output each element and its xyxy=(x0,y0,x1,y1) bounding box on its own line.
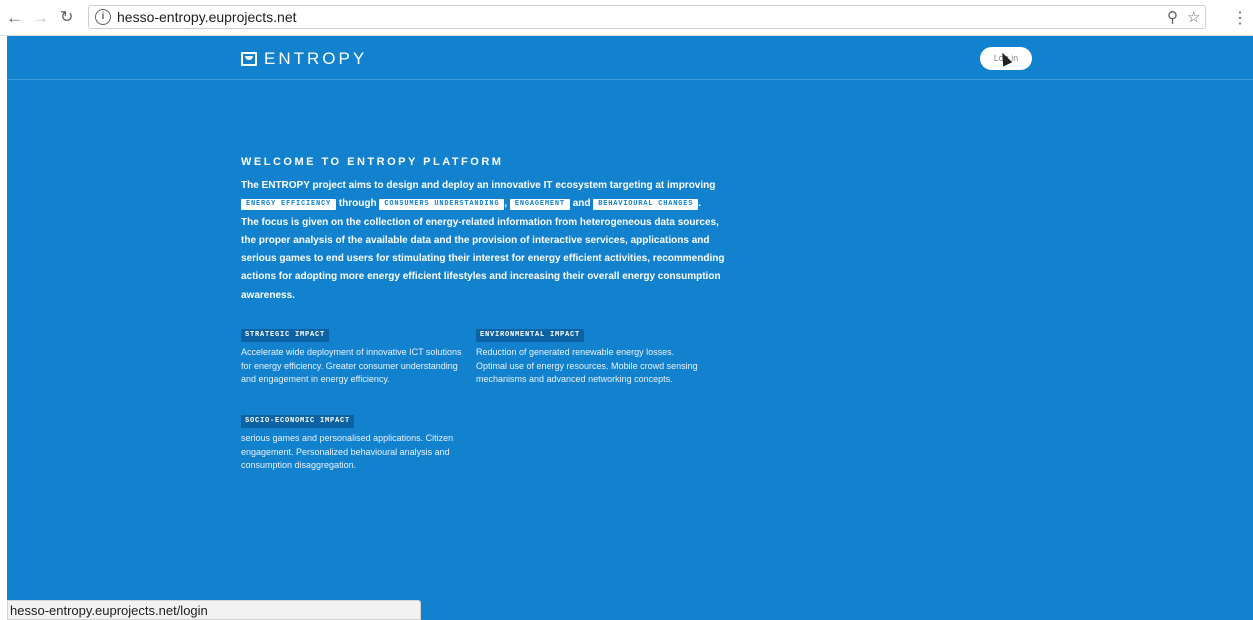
logo-icon xyxy=(241,52,257,66)
impact-label: ENVIRONMENTAL IMPACT xyxy=(476,329,585,343)
period: . xyxy=(698,198,702,210)
chip-engagement: ENGAGEMENT xyxy=(509,199,570,211)
status-bar: hesso-entropy.euprojects.net/login xyxy=(7,600,421,620)
impact-label: STRATEGIC IMPACT xyxy=(241,329,330,343)
environmental-impact: ENVIRONMENTAL IMPACT Reduction of genera… xyxy=(476,323,704,387)
reload-icon[interactable]: ↻ xyxy=(60,8,73,28)
strategic-impact: STRATEGIC IMPACT Accelerate wide deploym… xyxy=(241,323,469,387)
welcome-section: WELCOME TO ENTROPY PLATFORM The ENTROPY … xyxy=(241,156,731,470)
browser-toolbar: ← → ↻ i hesso-entropy.euprojects.net ⚲ ☆… xyxy=(0,0,1253,36)
url-text[interactable]: hesso-entropy.euprojects.net xyxy=(117,9,297,25)
impact-text: Accelerate wide deployment of innovative… xyxy=(241,347,462,385)
word-and: and xyxy=(572,198,591,210)
socio-economic-impact: SOCIO-ECONOMIC IMPACT serious games and … xyxy=(241,409,469,473)
forward-arrow-icon[interactable]: → xyxy=(32,8,49,28)
intro-paragraph: The ENTROPY project aims to design and d… xyxy=(241,177,731,305)
impact-text: serious games and personalised applicati… xyxy=(241,433,454,471)
site-header: ENTROPY Log in xyxy=(7,36,1253,80)
info-icon[interactable]: i xyxy=(95,9,111,25)
logo-text: ENTROPY xyxy=(264,49,368,68)
address-bar[interactable]: i hesso-entropy.euprojects.net ⚲ ☆ xyxy=(88,5,1206,29)
intro-start: The ENTROPY project aims to design and d… xyxy=(241,180,716,191)
zoom-icon[interactable]: ⚲ xyxy=(1167,8,1178,26)
chip-energy-efficiency: ENERGY EFFICIENCY xyxy=(241,199,337,211)
page-viewport: ENTROPY Log in WELCOME TO ENTROPY PLATFO… xyxy=(7,36,1253,620)
welcome-title: WELCOME TO ENTROPY PLATFORM xyxy=(241,156,504,168)
impact-text: Reduction of generated renewable energy … xyxy=(476,347,698,385)
chip-consumers-understanding: CONSUMERS UNDERSTANDING xyxy=(379,199,505,211)
word-through: through xyxy=(338,198,377,210)
chip-behavioural-changes: BEHAVIOURAL CHANGES xyxy=(593,199,699,211)
back-arrow-icon[interactable]: ← xyxy=(6,8,23,28)
intro-end: The focus is given on the collection of … xyxy=(241,216,725,301)
entropy-logo[interactable]: ENTROPY xyxy=(241,49,368,68)
impact-label: SOCIO-ECONOMIC IMPACT xyxy=(241,415,355,429)
comma: , xyxy=(504,198,508,210)
kebab-menu-icon[interactable]: ⋮ xyxy=(1232,8,1248,28)
star-icon[interactable]: ☆ xyxy=(1187,8,1200,26)
